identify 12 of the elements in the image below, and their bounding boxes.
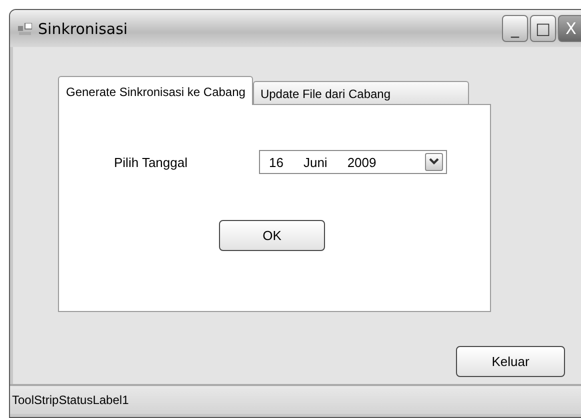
close-button[interactable]: X xyxy=(558,15,581,42)
exit-button[interactable]: Keluar xyxy=(456,346,565,377)
maximize-button[interactable]: □ xyxy=(530,15,556,42)
date-label: Pilih Tanggal xyxy=(114,154,188,170)
window-title: Sinkronisasi xyxy=(38,20,128,38)
status-label: ToolStripStatusLabel1 xyxy=(12,393,129,407)
tab[interactable]: Update File dari Cabang xyxy=(253,81,470,104)
minimize-button[interactable]: _ xyxy=(502,15,528,42)
ok-button[interactable]: OK xyxy=(219,220,325,251)
tab[interactable]: Generate Sinkronisasi ke Cabang xyxy=(58,76,254,105)
date-picker[interactable]: 16 Juni 2009 xyxy=(259,150,447,174)
app-icon xyxy=(18,22,32,34)
